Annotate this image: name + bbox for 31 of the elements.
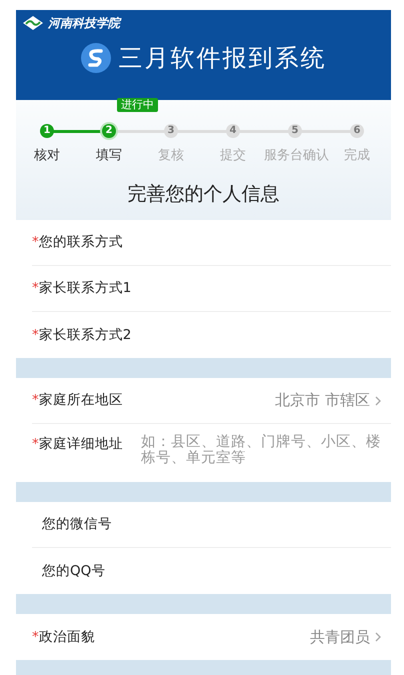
select-value[interactable]: 共青团员 xyxy=(310,626,370,648)
step-number: 5 xyxy=(288,124,302,138)
page-heading: 完善您的个人信息 xyxy=(126,182,280,206)
chevron-right-icon xyxy=(375,632,381,642)
step-label: 填写 xyxy=(95,147,123,165)
school-logo-icon xyxy=(22,15,44,31)
status-badge: 进行中 xyxy=(117,98,158,112)
field-label: 您的微信号 xyxy=(42,515,112,534)
step-label: 复核 xyxy=(157,147,185,165)
step-number: 4 xyxy=(226,124,240,138)
step-label: 服务台确认 xyxy=(264,147,326,165)
field-label: *家长联系方式2 xyxy=(32,326,132,345)
step-label: 完成 xyxy=(343,147,371,165)
step-number: 2 xyxy=(102,124,116,138)
app-title: 三月软件报到系统 xyxy=(118,43,326,74)
field-label: 您的QQ号 xyxy=(42,562,106,581)
field-label: *家长联系方式1 xyxy=(32,279,132,298)
step-number: 6 xyxy=(350,124,364,138)
step-label: 核对 xyxy=(33,147,61,165)
field-label: *您的联系方式 xyxy=(32,233,123,252)
field-label: *家庭所在地区 xyxy=(32,391,123,410)
step-label: 提交 xyxy=(219,147,247,165)
select-value[interactable]: 北京市 市辖区 xyxy=(275,389,370,412)
address-field[interactable]: 如：县区、道路、门牌号、小区、楼栋号、单元室等 xyxy=(140,434,381,478)
step-number: 1 xyxy=(40,124,54,138)
step-number: 3 xyxy=(164,124,178,138)
field-label: *家庭详细地址 xyxy=(32,435,123,454)
app-logo-icon xyxy=(80,43,110,73)
field-label: *政治面貌 xyxy=(32,628,95,647)
chevron-right-icon xyxy=(375,396,381,406)
school-name: 河南科技学院 xyxy=(48,15,120,32)
